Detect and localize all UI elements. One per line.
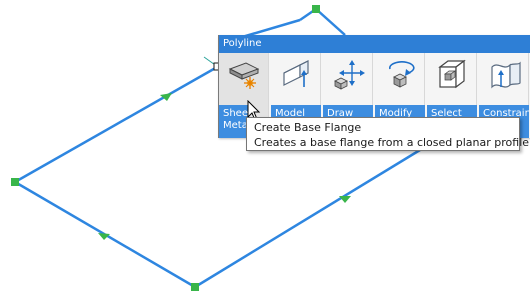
select-box-icon (438, 59, 466, 89)
vertex-bottom[interactable] (191, 283, 199, 291)
tooltip-create-base-flange: Create Base Flange Creates a base flange… (246, 117, 530, 151)
model-extrude-icon (283, 60, 309, 87)
constrain-surface-icon (491, 61, 521, 89)
vertex-top[interactable] (312, 5, 320, 13)
tooltip-title: Create Base Flange (254, 121, 362, 134)
tooltip-description: Creates a base flange from a closed plan… (254, 136, 530, 149)
toolbar-title: Polyline (219, 35, 530, 53)
profile-edge-top-left[interactable] (14, 64, 220, 184)
profile-edge-right[interactable] (315, 8, 346, 36)
sheet-metal-flange-icon (228, 62, 260, 89)
profile-edge-bottom-right[interactable] (194, 148, 421, 289)
draw-move-icon (334, 60, 365, 90)
tool-label-sheet-metal: Sheet Metal (219, 105, 249, 138)
modify-rotate-icon (389, 61, 415, 88)
vertex-left[interactable] (11, 178, 19, 186)
